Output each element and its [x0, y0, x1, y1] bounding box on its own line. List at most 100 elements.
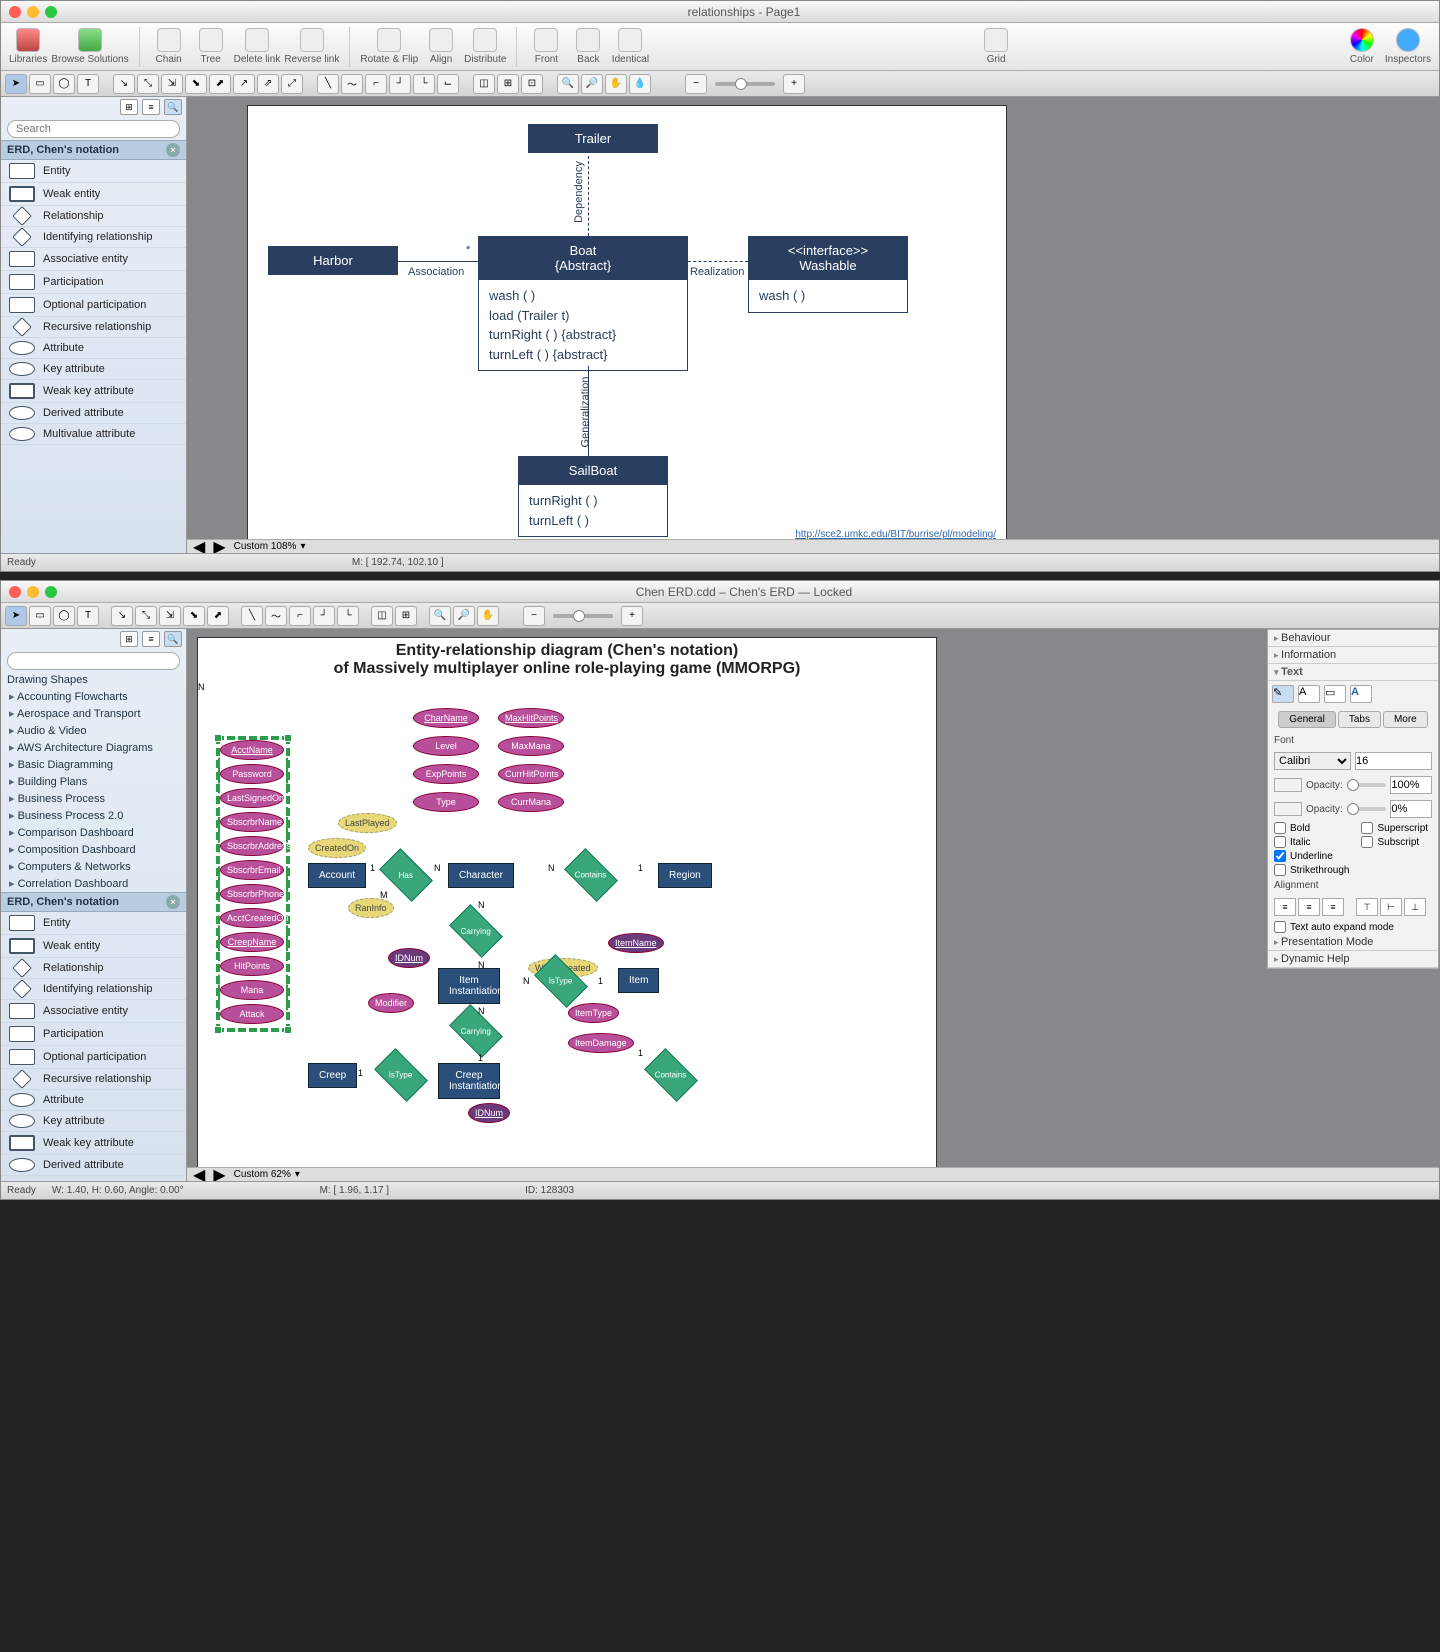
tb-align[interactable]: Align — [422, 28, 460, 65]
er-attribute[interactable]: CharName — [413, 708, 479, 728]
library-header[interactable]: ERD, Chen's notation × — [1, 892, 186, 912]
uml-class-trailer[interactable]: Trailer — [528, 124, 658, 153]
page-nav-prev[interactable]: ◀ — [193, 1165, 205, 1182]
er-attribute[interactable]: MaxHitPoints — [498, 708, 564, 728]
line-tool-5[interactable]: └ — [413, 74, 435, 94]
hand-tool[interactable]: ✋ — [477, 606, 499, 626]
er-entity-account[interactable]: Account — [308, 863, 366, 888]
library-item[interactable]: Derived attribute — [1, 1155, 186, 1176]
misc-tool-1[interactable]: ◫ — [473, 74, 495, 94]
tb-inspectors[interactable]: Inspectors — [1385, 28, 1431, 65]
tree-item[interactable]: Accounting Flowcharts — [1, 688, 186, 705]
align-middle-btn[interactable]: ⊢ — [1380, 898, 1402, 916]
tree-item[interactable]: Audio & Video — [1, 722, 186, 739]
library-item[interactable]: Weak key attribute — [1, 1132, 186, 1155]
er-rel-carrying[interactable]: Carrying — [449, 904, 503, 958]
er-attr-idnum2[interactable]: IDNum — [468, 1103, 510, 1123]
font-family-select[interactable]: Calibri — [1274, 752, 1351, 770]
tb-chain[interactable]: Chain — [150, 28, 188, 65]
tree-item[interactable]: Composition Dashboard — [1, 841, 186, 858]
uml-interface-washable[interactable]: <<interface>>Washable wash ( ) — [748, 236, 908, 313]
library-item[interactable]: Associative entity — [1, 1000, 186, 1023]
view-grid-btn[interactable]: ⊞ — [120, 631, 138, 647]
text-font-icon[interactable]: A — [1350, 685, 1372, 703]
close-library-icon[interactable]: × — [166, 895, 180, 909]
resize-handle[interactable] — [214, 734, 222, 742]
tree-item[interactable]: Correlation Dashboard — [1, 875, 186, 892]
chk-bold[interactable]: Bold — [1268, 821, 1355, 835]
conn-tool-2[interactable]: ⤡ — [137, 74, 159, 94]
library-item[interactable]: Weak entity — [1, 935, 186, 958]
zoom-icon[interactable] — [45, 6, 57, 18]
er-attribute[interactable]: SbscrbrAddress — [220, 836, 284, 856]
connector-realization[interactable] — [688, 261, 748, 262]
er-attr-raninfo[interactable]: RanInfo — [348, 898, 394, 918]
page-nav-prev[interactable]: ◀ — [193, 537, 205, 554]
inspector-panel[interactable]: Behaviour Information Text ✎ A ▭ A Gener… — [1267, 629, 1439, 969]
conn-tool-3[interactable]: ⇲ — [161, 74, 183, 94]
zoom-out-btn[interactable]: − — [523, 606, 545, 626]
library-header[interactable]: ERD, Chen's notation × — [1, 140, 186, 160]
tab-general[interactable]: General — [1278, 711, 1336, 728]
hscroll-bar[interactable]: ◀ ▶ Custom 108% ▾ — [187, 539, 1439, 553]
chk-superscript[interactable]: Superscript — [1355, 821, 1438, 835]
conn-tool-3[interactable]: ⇲ — [159, 606, 181, 626]
library-item[interactable]: Optional participation — [1, 1046, 186, 1069]
minimize-icon[interactable] — [27, 586, 39, 598]
library-item[interactable]: Identifying relationship — [1, 227, 186, 248]
zoom-icon[interactable] — [45, 586, 57, 598]
misc-tool-3[interactable]: ⊡ — [521, 74, 543, 94]
tb-back[interactable]: Back — [569, 28, 607, 65]
library-item[interactable]: Attribute — [1, 338, 186, 359]
library-item[interactable]: Key attribute — [1, 1111, 186, 1132]
library-item[interactable]: Weak key attribute — [1, 380, 186, 403]
inspector-section-behaviour[interactable]: Behaviour — [1268, 630, 1438, 647]
resize-handle[interactable] — [284, 1026, 292, 1034]
library-item[interactable]: Recursive relationship — [1, 317, 186, 338]
er-attr-createdon[interactable]: CreatedOn — [308, 838, 366, 858]
conn-tool-2[interactable]: ⤡ — [135, 606, 157, 626]
er-attribute[interactable]: LastSignedOn — [220, 788, 284, 808]
zoom-slider[interactable] — [553, 614, 613, 618]
tb-front[interactable]: Front — [527, 28, 565, 65]
solution-tree[interactable]: Accounting FlowchartsAerospace and Trans… — [1, 688, 186, 892]
zoom-in-tool[interactable]: 🔍 — [557, 74, 579, 94]
zoom-out-tool[interactable]: 🔎 — [581, 74, 603, 94]
zoom-dropdown[interactable]: Custom 108% — [234, 541, 297, 552]
font-size-input[interactable] — [1355, 752, 1432, 770]
text-tool[interactable]: T — [77, 74, 99, 94]
zoom-in-btn[interactable]: + — [783, 74, 805, 94]
close-library-icon[interactable]: × — [166, 143, 180, 157]
line-tool-3[interactable]: ⌐ — [365, 74, 387, 94]
conn-tool-5[interactable]: ⬈ — [209, 74, 231, 94]
chk-autoexpand[interactable]: Text auto expand mode — [1268, 920, 1438, 934]
er-entity-creep-inst[interactable]: Creep Instantiation — [438, 1063, 500, 1099]
library-item[interactable]: Associative entity — [1, 248, 186, 271]
diagram-canvas[interactable]: Entity-relationship diagram (Chen's nota… — [197, 637, 937, 1177]
chk-subscript[interactable]: Subscript — [1355, 835, 1438, 849]
line-tool-4[interactable]: ┘ — [313, 606, 335, 626]
conn-tool-1[interactable]: ↘ — [113, 74, 135, 94]
zoom-out-tool[interactable]: 🔎 — [453, 606, 475, 626]
er-attribute[interactable]: Level — [413, 736, 479, 756]
chk-strikethrough[interactable]: Strikethrough — [1268, 863, 1355, 877]
inspector-section-dynhelp[interactable]: Dynamic Help — [1268, 951, 1438, 968]
er-attribute[interactable]: ExpPoints — [413, 764, 479, 784]
tree-item[interactable]: AWS Architecture Diagrams — [1, 739, 186, 756]
library-search-input[interactable] — [7, 652, 180, 670]
view-grid-btn[interactable]: ⊞ — [120, 99, 138, 115]
inspector-section-text[interactable]: Text — [1268, 664, 1438, 681]
minimize-icon[interactable] — [27, 6, 39, 18]
line-tool-2[interactable]: 〜 — [265, 606, 287, 626]
inspector-section-presentation[interactable]: Presentation Mode — [1268, 934, 1438, 951]
hand-tool[interactable]: ✋ — [605, 74, 627, 94]
conn-tool-4[interactable]: ⬊ — [183, 606, 205, 626]
tb-tree[interactable]: Tree — [192, 28, 230, 65]
page-nav-next[interactable]: ▶ — [213, 537, 225, 554]
tree-item[interactable]: Business Process — [1, 790, 186, 807]
align-bottom-btn[interactable]: ⊥ — [1404, 898, 1426, 916]
er-attribute[interactable]: Type — [413, 792, 479, 812]
er-attribute[interactable]: SbscrbrPhone — [220, 884, 284, 904]
text-color-icon[interactable]: A — [1298, 685, 1320, 703]
tree-item[interactable]: Computers & Networks — [1, 858, 186, 875]
